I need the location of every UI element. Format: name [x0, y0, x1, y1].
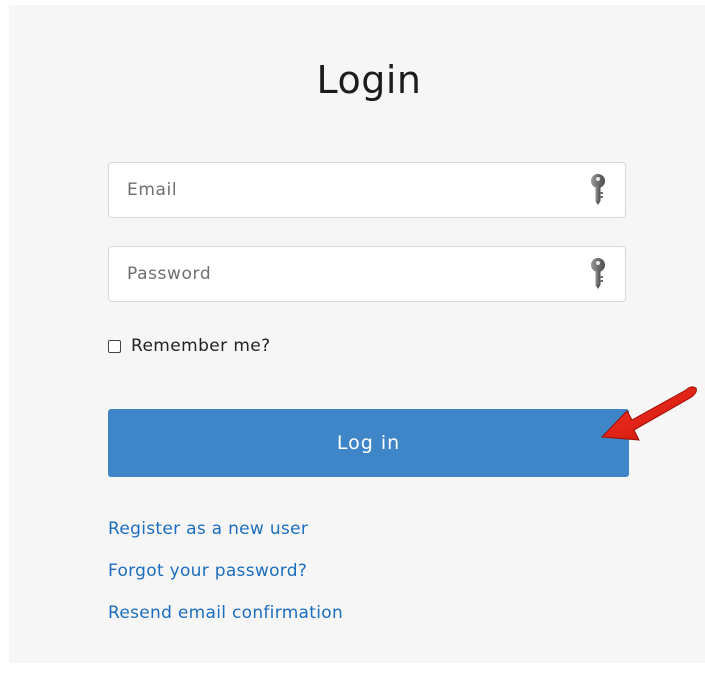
register-link[interactable]: Register as a new user — [108, 516, 343, 558]
red-arrow-icon — [600, 386, 697, 441]
password-field-container — [108, 246, 626, 302]
email-field-container — [108, 162, 626, 218]
email-input[interactable] — [109, 163, 597, 217]
forgot-password-link[interactable]: Forgot your password? — [108, 558, 343, 600]
login-button[interactable]: Log in — [108, 409, 629, 477]
key-icon — [591, 174, 605, 205]
password-input[interactable] — [109, 247, 597, 301]
key-icon — [591, 258, 605, 289]
account-links: Register as a new user Forgot your passw… — [108, 516, 343, 642]
remember-me-checkbox[interactable] — [108, 339, 121, 353]
remember-me-label[interactable]: Remember me? — [131, 336, 271, 356]
page-title: Login — [316, 58, 422, 102]
resend-confirmation-link[interactable]: Resend email confirmation — [108, 600, 343, 642]
remember-me-row: Remember me? — [108, 336, 271, 356]
